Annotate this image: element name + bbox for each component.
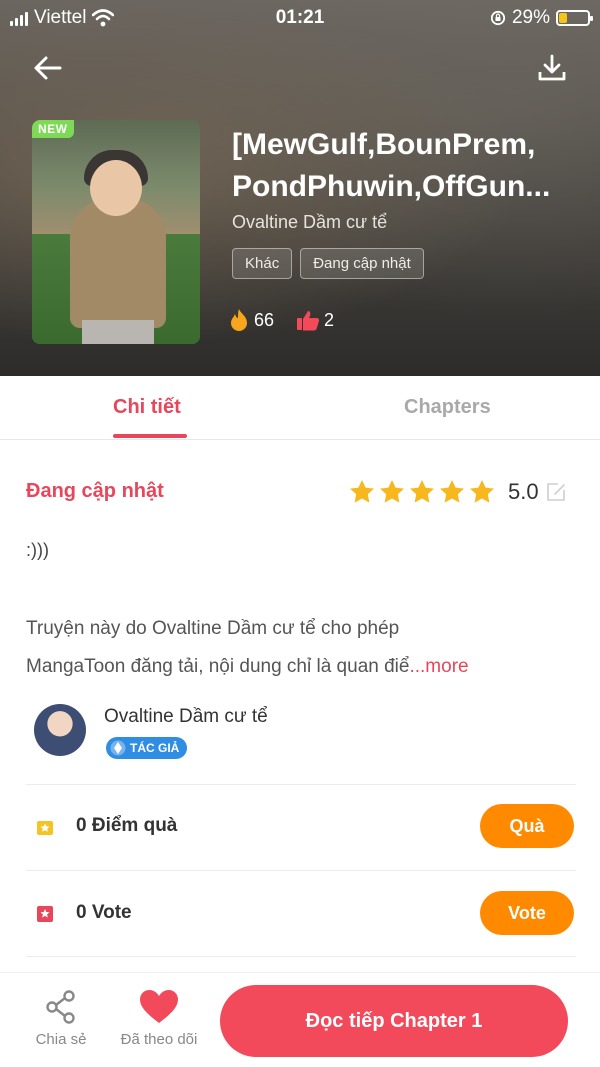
header-hero: Viettel 01:21 29% NEW [MewGulf,BounPrem,…	[0, 0, 600, 376]
new-badge: NEW	[32, 120, 74, 138]
follow-label: Đã theo dõi	[120, 1031, 198, 1048]
share-label: Chia sẻ	[35, 1031, 87, 1048]
battery-percent: 29%	[511, 7, 550, 28]
tab-detail[interactable]: Chi tiết	[113, 396, 181, 419]
star-icon[interactable]	[468, 478, 496, 506]
gift-points: 0 Điểm quà	[76, 815, 178, 836]
continue-reading-button[interactable]: Đọc tiếp Chapter 1	[220, 985, 568, 1057]
likes-count: 66	[254, 309, 275, 330]
rotation-lock-icon	[490, 10, 506, 26]
star-icon[interactable]	[438, 478, 466, 506]
heart-icon	[140, 990, 178, 1023]
tab-chapters[interactable]: Chapters	[404, 396, 491, 419]
author-avatar[interactable]	[34, 704, 86, 756]
tag-list: Khác Đang cập nhật	[232, 248, 424, 279]
tab-bar: Chi tiết Chapters	[0, 376, 600, 440]
title-line-2: PondPhuwin,OffGun...	[232, 170, 551, 203]
tab-active-indicator	[113, 434, 187, 438]
rating: 5.0	[348, 478, 567, 506]
stats: 66 2	[228, 308, 334, 332]
fire-stat: 66	[228, 308, 274, 332]
short-text: :)))	[26, 540, 49, 560]
star-icon[interactable]	[378, 478, 406, 506]
status-right: 29%	[490, 7, 593, 29]
thumb-stat: 2	[296, 309, 334, 331]
share-icon	[46, 990, 75, 1024]
gift-row: 0 Điểm quà Quà	[26, 804, 576, 850]
edit-rating-icon[interactable]	[545, 481, 567, 503]
title-line-1: [MewGulf,BounPrem,	[232, 128, 536, 161]
header-author[interactable]: Ovaltine Dầm cư tể	[232, 212, 387, 233]
author-badge: TÁC GIẢ	[106, 737, 188, 759]
tag-item[interactable]: Đang cập nhật	[300, 248, 424, 279]
fire-icon	[231, 309, 247, 331]
vote-count: 0 Vote	[76, 902, 132, 923]
rating-value: 5.0	[508, 479, 539, 504]
more-link[interactable]: ...more	[409, 656, 468, 677]
gift-icon	[37, 821, 53, 835]
thumbs-count: 2	[324, 309, 335, 330]
divider	[26, 870, 576, 871]
vote-ticket-icon	[37, 906, 53, 922]
divider	[26, 784, 576, 785]
bottom-bar: Chia sẻ Đã theo dõi Đọc tiếp Chapter 1	[0, 972, 600, 1067]
desc-line-2: MangaToon đăng tải, nội dung chỉ là quan…	[26, 648, 566, 686]
star-icon[interactable]	[408, 478, 436, 506]
author-row[interactable]: Ovaltine Dầm cư tể TÁC GIẢ	[34, 702, 574, 772]
vote-row: 0 Vote Vote	[26, 891, 576, 937]
description: Truyện này do Ovaltine Dầm cư tể cho phé…	[26, 610, 566, 686]
follow-button[interactable]: Đã theo dõi	[112, 989, 206, 1048]
share-button[interactable]: Chia sẻ	[28, 989, 94, 1048]
desc-line-1: Truyện này do Ovaltine Dầm cư tể cho phé…	[26, 618, 400, 639]
cover-image[interactable]: NEW	[32, 120, 200, 344]
desc-line-2-text: MangaToon đăng tải, nội dung chỉ là quan…	[26, 656, 410, 677]
download-icon[interactable]	[534, 50, 570, 86]
gift-button[interactable]: Quà	[480, 804, 574, 848]
divider	[26, 956, 576, 957]
battery-icon	[556, 10, 593, 26]
update-status: Đang cập nhật	[26, 480, 164, 502]
status-bar: Viettel 01:21 29%	[0, 0, 600, 36]
author-name[interactable]: Ovaltine Dầm cư tể	[104, 706, 268, 728]
star-rating[interactable]	[348, 478, 496, 506]
comic-title: [MewGulf,BounPrem, PondPhuwin,OffGun...	[232, 124, 572, 208]
author-badge-icon	[110, 740, 126, 756]
author-badge-label: TÁC GIẢ	[130, 741, 180, 755]
star-icon[interactable]	[348, 478, 376, 506]
tag-item[interactable]: Khác	[232, 248, 293, 279]
vote-button[interactable]: Vote	[480, 891, 574, 935]
thumbs-up-icon	[297, 311, 320, 331]
back-arrow-icon[interactable]	[30, 50, 66, 86]
